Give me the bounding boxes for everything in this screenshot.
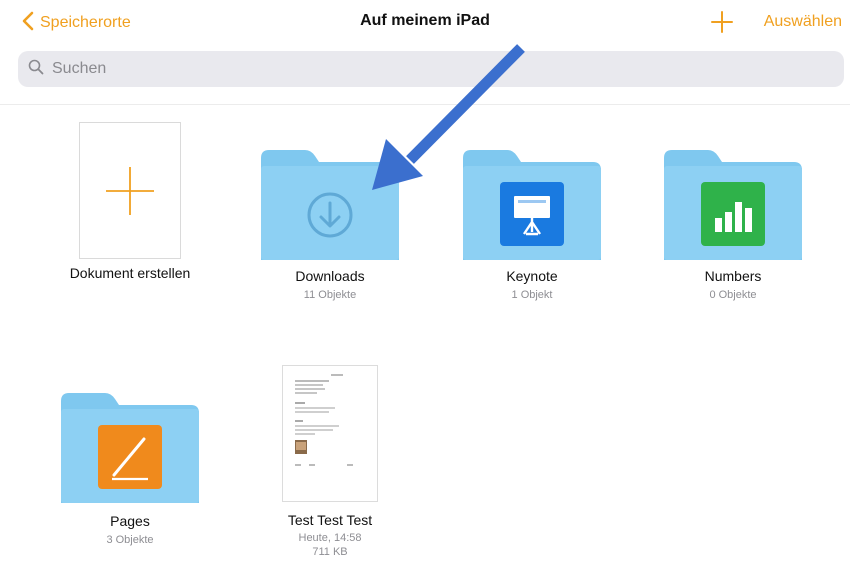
- item-count: 11 Objekte: [303, 289, 357, 301]
- plus-icon: [708, 11, 736, 40]
- folder-numbers[interactable]: Numbers 0 Objekte: [653, 150, 813, 302]
- item-size: 711 KB: [312, 546, 348, 558]
- folder-pages[interactable]: Pages 3 Objekte: [50, 393, 210, 547]
- divider: [0, 104, 850, 105]
- item-name: Keynote: [506, 268, 558, 284]
- folder-icon: [261, 150, 399, 260]
- item-name: Numbers: [704, 268, 762, 284]
- folder-downloads[interactable]: Downloads 11 Objekte: [250, 150, 410, 302]
- folder-icon: [664, 150, 802, 260]
- item-name: Test Test Test: [287, 512, 373, 528]
- document-thumbnail: [282, 365, 378, 502]
- item-name: Pages: [110, 513, 150, 529]
- folder-keynote[interactable]: Keynote 1 Objekt: [452, 150, 612, 302]
- navigation-bar: Speicherorte Auf meinem iPad Auswählen: [0, 0, 850, 44]
- create-document-card[interactable]: [79, 122, 181, 259]
- document-test[interactable]: Test Test Test Heute, 14:58 711 KB: [250, 365, 410, 559]
- folder-icon: [463, 150, 601, 260]
- item-name: Downloads: [295, 268, 365, 284]
- folder-icon: [61, 393, 199, 503]
- select-button[interactable]: Auswählen: [764, 13, 842, 31]
- item-count: 0 Objekte: [709, 289, 757, 301]
- plus-icon: [102, 163, 158, 224]
- add-button[interactable]: [708, 8, 736, 36]
- item-count: 3 Objekte: [106, 534, 154, 546]
- create-document-item[interactable]: Dokument erstellen: [50, 122, 210, 281]
- item-name: Dokument erstellen: [69, 265, 191, 281]
- item-date: Heute, 14:58: [298, 532, 362, 544]
- search-field[interactable]: [18, 51, 844, 87]
- item-count: 1 Objekt: [511, 289, 553, 301]
- search-input[interactable]: [50, 59, 814, 79]
- search-icon: [28, 59, 44, 80]
